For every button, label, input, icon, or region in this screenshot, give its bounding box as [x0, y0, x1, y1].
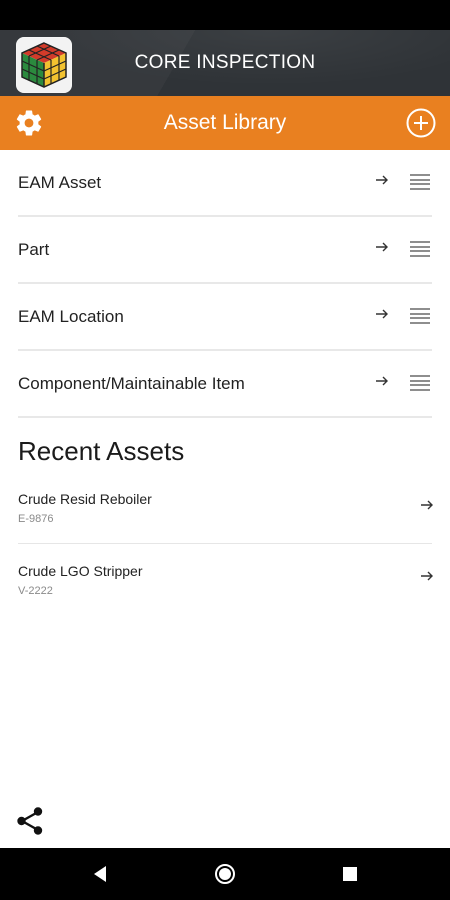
- recent-asset-code: V-2222: [18, 585, 53, 597]
- library-item-label: EAM Asset: [18, 173, 102, 192]
- plus-circle-icon[interactable]: [404, 106, 438, 140]
- back-icon[interactable]: [92, 865, 108, 883]
- library-item-label: Part: [18, 240, 50, 259]
- app-title: CORE INSPECTION: [134, 52, 316, 73]
- recent-assets-heading: Recent Assets: [18, 436, 185, 466]
- status-bar: [0, 0, 450, 30]
- recent-asset-name: Crude Resid Reboiler: [18, 491, 152, 507]
- arrow-right-icon[interactable]: [420, 569, 434, 583]
- share-icon[interactable]: [16, 806, 44, 836]
- arrow-right-icon[interactable]: [375, 307, 389, 321]
- library-item-component[interactable]: Component/Maintainable Item: [18, 351, 432, 418]
- page-title: Asset Library: [163, 111, 287, 134]
- library-item-label: Component/Maintainable Item: [18, 374, 245, 393]
- recent-assets-list: Crude Resid Reboiler E-9876 Crude LGO St…: [18, 480, 434, 610]
- system-nav-bar: [0, 848, 450, 900]
- drag-handle-icon[interactable]: [410, 241, 430, 259]
- arrow-right-icon[interactable]: [375, 173, 389, 187]
- library-item-eam-location[interactable]: EAM Location: [18, 284, 432, 351]
- arrow-right-icon[interactable]: [375, 374, 389, 388]
- arrow-right-icon[interactable]: [420, 498, 434, 512]
- recent-asset-name: Crude LGO Stripper: [18, 563, 143, 579]
- library-item-label: EAM Location: [18, 307, 124, 326]
- drag-handle-icon[interactable]: [410, 174, 430, 192]
- asset-library-list: EAM Asset Part EAM Location Component/Ma…: [18, 150, 432, 418]
- drag-handle-icon[interactable]: [410, 375, 430, 393]
- arrow-right-icon[interactable]: [375, 240, 389, 254]
- app-header: CORE INSPECTION: [0, 30, 450, 96]
- home-icon[interactable]: [214, 863, 236, 885]
- toolbar: Asset Library: [0, 96, 450, 150]
- library-item-part[interactable]: Part: [18, 217, 432, 284]
- recent-asset-item[interactable]: Crude LGO Stripper V-2222: [18, 544, 434, 610]
- recent-asset-item[interactable]: Crude Resid Reboiler E-9876: [18, 480, 434, 544]
- library-item-eam-asset[interactable]: EAM Asset: [18, 150, 432, 217]
- recent-asset-code: E-9876: [18, 513, 54, 525]
- drag-handle-icon[interactable]: [410, 308, 430, 326]
- recents-icon[interactable]: [343, 867, 357, 881]
